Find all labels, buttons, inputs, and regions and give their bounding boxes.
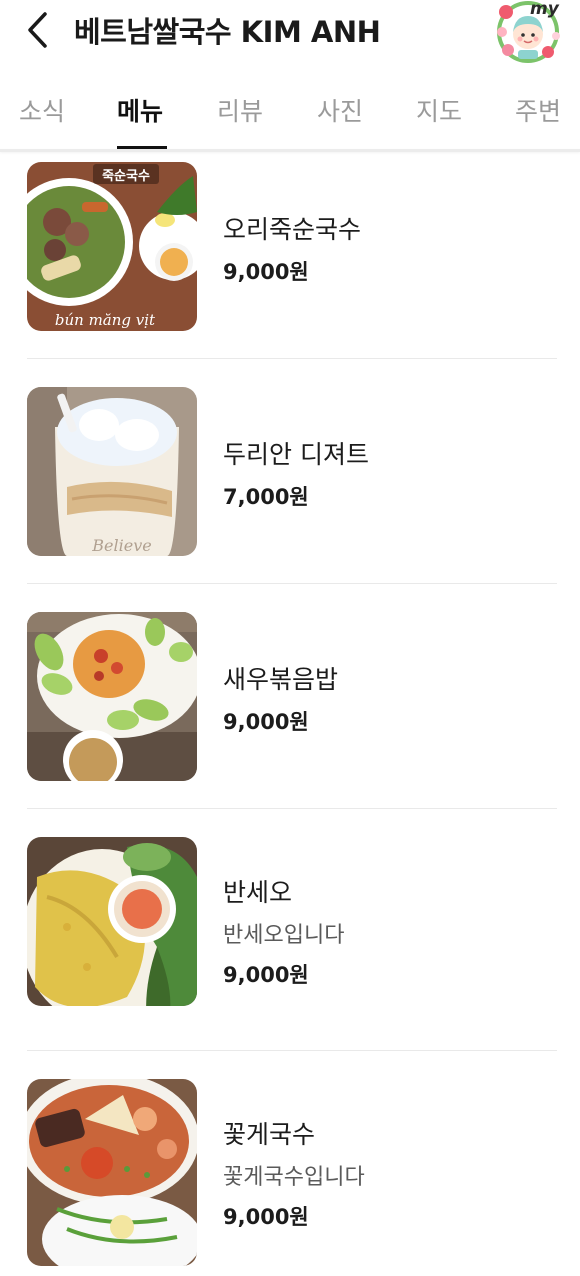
tab-photos[interactable]: 사진 bbox=[317, 92, 363, 128]
svg-text:죽순국수: 죽순국수 bbox=[102, 169, 150, 184]
page-title: 베트남쌀국수 KIM ANH bbox=[74, 15, 381, 49]
avatar-icon: my bbox=[497, 0, 560, 63]
menu-item-price: 9,000원 bbox=[223, 1205, 309, 1229]
tabs-divider bbox=[0, 149, 580, 152]
menu-photo bbox=[27, 1079, 197, 1266]
my-profile-avatar[interactable]: my bbox=[494, 0, 562, 64]
menu-item-price: 9,000원 bbox=[223, 260, 309, 284]
svg-text:Believe: Believe bbox=[91, 536, 151, 555]
menu-item-name: 두리안 디져트 bbox=[223, 440, 369, 469]
menu-item-name: 꽃게국수 bbox=[223, 1120, 316, 1149]
menu-photo bbox=[27, 837, 197, 1006]
menu-photo: 죽순국수 bún măng vịt bbox=[27, 162, 197, 331]
tab-map[interactable]: 지도 bbox=[416, 92, 462, 128]
menu-item-shrimp-fried-rice[interactable]: 새우볶음밥 9,000원 bbox=[0, 612, 580, 808]
tab-news[interactable]: 소식 bbox=[19, 92, 65, 128]
menu-item-name: 반세오 bbox=[223, 878, 293, 907]
item-divider bbox=[27, 808, 557, 809]
chevron-left-icon bbox=[28, 12, 47, 48]
tab-menu[interactable]: 메뉴 bbox=[117, 92, 163, 128]
app-header: 베트남쌀국수 KIM ANH my bbox=[0, 0, 580, 64]
menu-item-price: 9,000원 bbox=[223, 963, 309, 987]
menu-item-price: 9,000원 bbox=[223, 710, 309, 734]
menu-item-duck-bamboo-noodle[interactable]: 죽순국수 bún măng vịt 오리죽순국수 9,000원 bbox=[0, 162, 580, 358]
tab-bar: 소식 메뉴 리뷰 사진 지도 주변 bbox=[0, 78, 580, 150]
item-divider bbox=[27, 1050, 557, 1051]
item-divider bbox=[27, 358, 557, 359]
menu-item-crab-noodle[interactable]: 꽃게국수 꽃게국수입니다 9,000원 bbox=[0, 1079, 580, 1276]
menu-item-banh-xeo[interactable]: 반세오 반세오입니다 9,000원 bbox=[0, 837, 580, 1050]
menu-item-name: 오리죽순국수 bbox=[223, 215, 362, 244]
back-button[interactable] bbox=[18, 8, 58, 52]
tab-reviews[interactable]: 리뷰 bbox=[217, 92, 263, 128]
menu-item-description: 꽃게국수입니다 bbox=[223, 1165, 365, 1190]
svg-text:my: my bbox=[530, 0, 560, 19]
menu-item-name: 새우볶음밥 bbox=[223, 665, 339, 694]
tab-nearby[interactable]: 주변 bbox=[515, 92, 561, 128]
svg-text:bún măng vịt: bún măng vịt bbox=[55, 311, 156, 329]
item-divider bbox=[27, 583, 557, 584]
menu-item-durian-dessert[interactable]: Believe 두리안 디져트 7,000원 bbox=[0, 387, 580, 583]
menu-item-description: 반세오입니다 bbox=[223, 923, 345, 948]
menu-photo bbox=[27, 612, 197, 781]
menu-photo: Believe bbox=[27, 387, 197, 556]
menu-item-price: 7,000원 bbox=[223, 485, 309, 509]
